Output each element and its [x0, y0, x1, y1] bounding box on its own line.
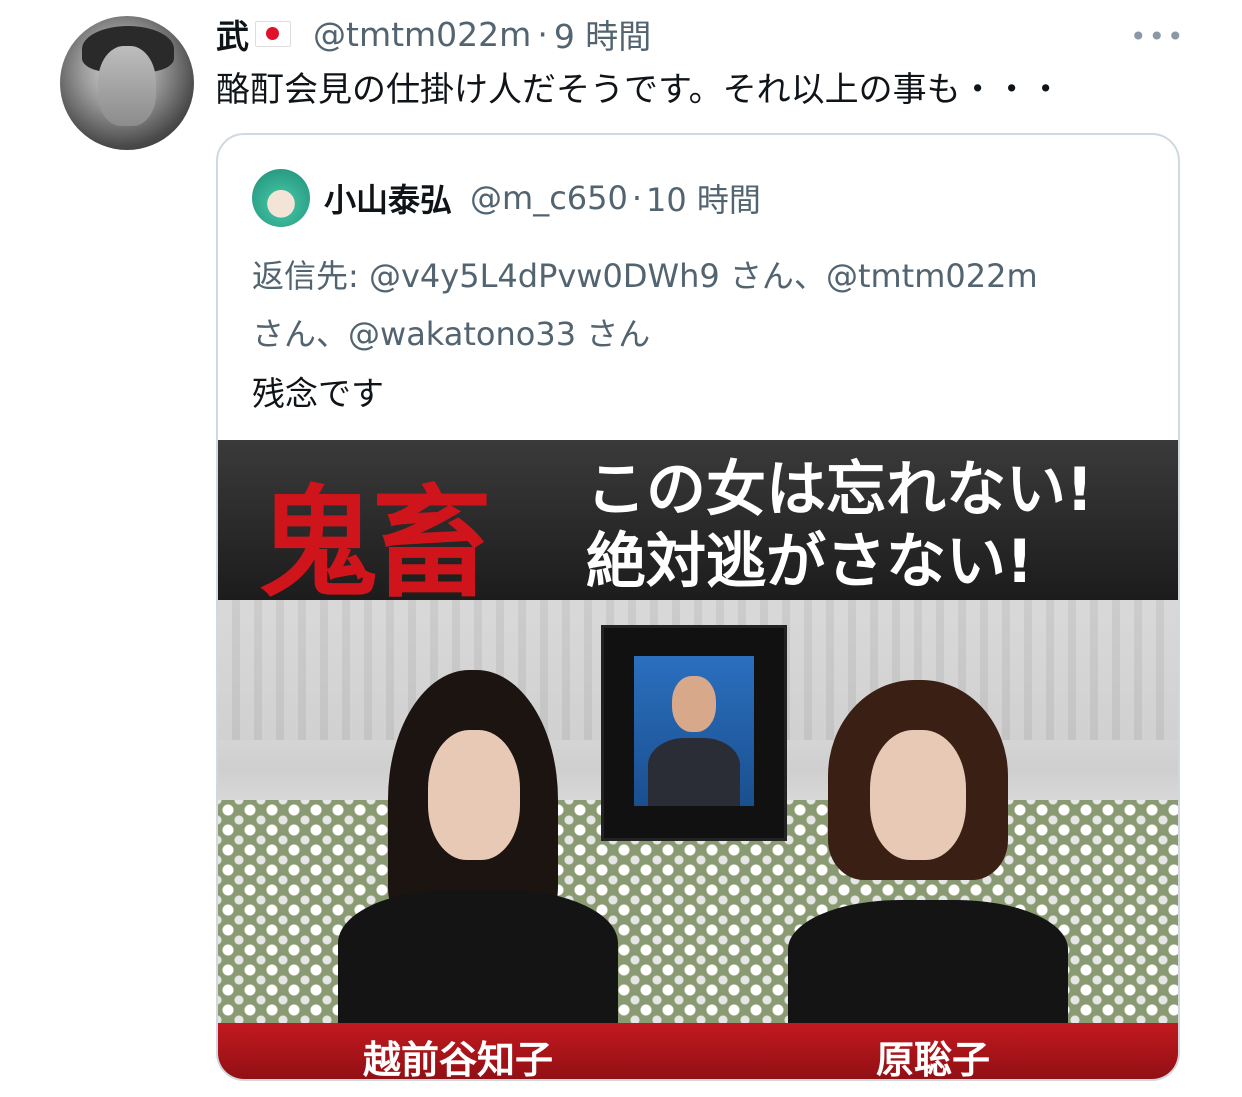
face — [870, 730, 966, 860]
quoted-media-image[interactable]: 鬼畜 この女は忘れない! 絶対逃がさない! 越前谷知子 原聡子 — [218, 440, 1178, 1081]
name-caption-bar: 越前谷知子 原聡子 — [218, 1023, 1178, 1081]
author-handle[interactable]: @tmtm022m — [313, 15, 531, 54]
headline-text: この女は忘れない! 絶対逃がさない! — [586, 454, 1093, 598]
avatar-face — [98, 46, 156, 126]
mention-link[interactable]: @tmtm022m — [826, 257, 1038, 295]
headline-banner: 鬼畜 この女は忘れない! 絶対逃がさない! — [218, 440, 1178, 614]
san-suffix: さん — [576, 315, 651, 353]
tweet-time[interactable]: 9 時間 — [554, 10, 652, 58]
caption-right-name: 原聡子 — [876, 1038, 991, 1081]
quoted-author-name[interactable]: 小山泰弘 — [324, 175, 452, 221]
reply-to-prefix: 返信先: — [252, 257, 369, 295]
caption-left-name: 越前谷知子 — [363, 1038, 554, 1081]
quoted-tweet-time[interactable]: 10 時間 — [646, 175, 761, 221]
separator-dot: · — [537, 14, 548, 54]
author-avatar[interactable] — [60, 16, 194, 150]
black-suit — [788, 900, 1068, 1023]
mention-link[interactable]: @wakatono33 — [348, 315, 576, 353]
san-suffix: さん、 — [252, 315, 349, 353]
quoted-author-handle[interactable]: @m_c650 — [470, 179, 628, 217]
face — [428, 730, 520, 860]
tweet-text: 酪酊会見の仕掛け人だそうです。それ以上の事も・・・ — [216, 70, 1063, 110]
author-name[interactable]: 武 — [216, 10, 249, 58]
quoted-tweet-text: 残念です — [252, 374, 384, 413]
mention-link[interactable]: @v4y5L4dPvw0DWh9 — [369, 257, 720, 295]
san-suffix: さん、 — [719, 257, 826, 295]
portrait-photo — [634, 656, 754, 806]
woman-left — [318, 600, 638, 1023]
woman-right — [758, 600, 1088, 1023]
quoted-author-avatar[interactable] — [252, 169, 310, 227]
quoted-tweet-header: 小山泰弘 @m_c650 · 10 時間 — [324, 175, 761, 221]
headline-line-1: この女は忘れない! — [586, 455, 1094, 525]
more-options-icon[interactable]: ••• — [1130, 20, 1186, 53]
quoted-separator-dot: · — [631, 179, 643, 217]
japan-flag-icon — [255, 21, 291, 47]
quoted-tweet-card[interactable]: 小山泰弘 @m_c650 · 10 時間 返信先: @v4y5L4dPvw0DW… — [216, 133, 1180, 1081]
reply-to-line: 返信先: @v4y5L4dPvw0DWh9 さん、@tmtm022m さん、@w… — [252, 247, 1152, 363]
headline-line-2: 絶対逃がさない! — [586, 527, 1034, 597]
big-red-title: 鬼畜 — [258, 475, 492, 614]
tweet-header: 武 @tmtm022m · 9 時間 — [216, 14, 651, 57]
black-suit — [338, 890, 618, 1023]
funeral-scene — [218, 600, 1178, 1023]
